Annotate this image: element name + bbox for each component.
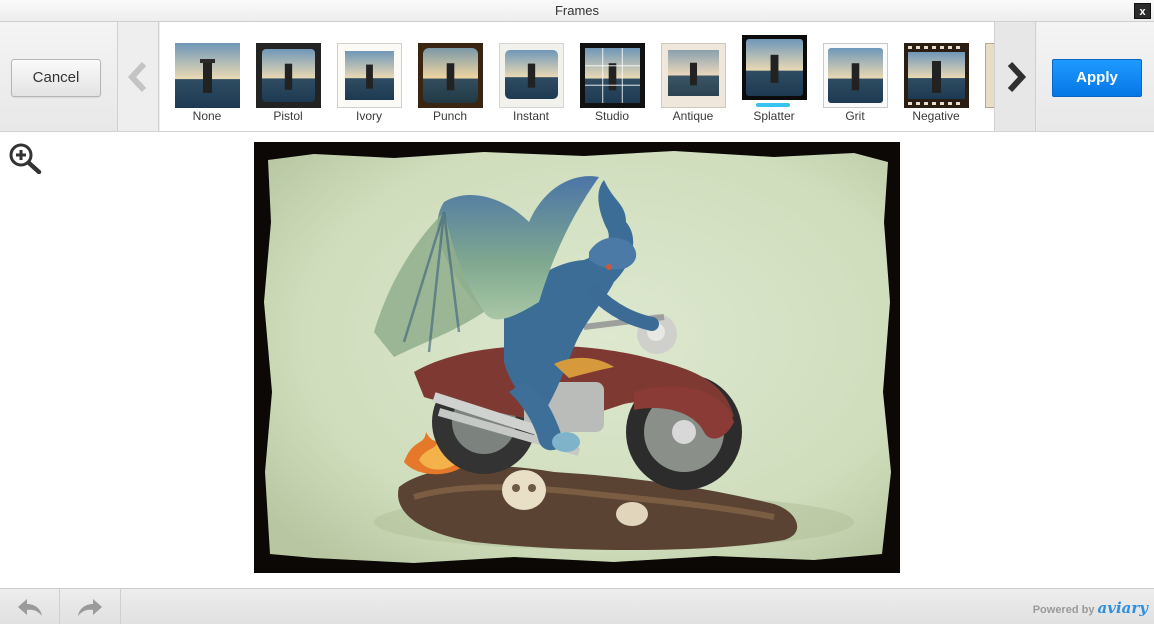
frame-preview-studio [580, 43, 645, 108]
close-button[interactable]: x [1134, 3, 1151, 19]
frames-strip: None Pistol Ivory Punch Instant Studio A… [160, 22, 994, 131]
frame-preview-none [175, 43, 240, 108]
apply-button[interactable]: Apply [1052, 59, 1142, 97]
frame-thumbnail [175, 43, 240, 108]
chevron-right-icon [1007, 61, 1027, 93]
frame-preview-punch [418, 43, 483, 108]
frame-label: Splatter [753, 109, 795, 123]
frame-label: Punch [432, 109, 468, 123]
bottom-bar: Powered by aviary [0, 588, 1154, 624]
frame-preview-negative [904, 43, 969, 108]
frame-label: Negative [912, 109, 960, 123]
scroll-left-button[interactable] [119, 22, 159, 131]
frame-preview-grit [823, 43, 888, 108]
frame-label: Antique [672, 109, 714, 123]
edited-photo [254, 142, 900, 573]
frame-label: None [192, 109, 222, 123]
frame-preview-antique [661, 43, 726, 108]
cancel-zone: Cancel [0, 22, 118, 131]
frames-toolbar: Cancel None Pistol Ivory Punch Instant S… [0, 22, 1154, 132]
frame-label: Ivory [355, 109, 382, 123]
frame-thumbnail [345, 51, 394, 100]
frame-thumbnail [828, 48, 883, 103]
redo-icon [78, 599, 102, 616]
undo-icon [18, 599, 42, 616]
apply-zone: Apply [1037, 22, 1154, 131]
frame-thumbnail [505, 50, 558, 99]
cancel-button[interactable]: Cancel [11, 59, 101, 97]
close-icon: x [1139, 6, 1146, 18]
powered-by: Powered by aviary [1033, 599, 1148, 617]
zoom-in-icon[interactable] [8, 142, 42, 174]
chevron-left-icon [127, 61, 147, 93]
frame-thumbnail [746, 39, 803, 96]
frame-thumbnail [585, 48, 640, 103]
frame-label: Studio [594, 109, 630, 123]
undo-button[interactable] [0, 589, 60, 624]
frame-preview-pistol [256, 43, 321, 108]
window-title: Frames [554, 3, 600, 18]
photo-image [264, 151, 891, 563]
frame-preview-partial [985, 43, 994, 108]
frame-preview-splatter [742, 35, 807, 100]
selection-indicator [756, 103, 790, 107]
frame-label: Pistol [273, 109, 303, 123]
frame-preview-instant [499, 43, 564, 108]
scroll-right-button[interactable] [994, 22, 1036, 131]
film-strip-icon [908, 46, 965, 105]
frame-thumbnail [423, 48, 478, 103]
frame-thumbnail [668, 50, 719, 96]
frame-label: Grit [845, 109, 865, 123]
frame-label: Instant [512, 109, 550, 123]
powered-by-label: Powered by [1032, 604, 1095, 616]
brand-logo[interactable]: aviary [1098, 599, 1148, 617]
redo-button[interactable] [60, 589, 121, 624]
title-bar: Frames x [0, 0, 1154, 22]
frame-thumbnail [262, 49, 315, 102]
frame-preview-ivory [337, 43, 402, 108]
